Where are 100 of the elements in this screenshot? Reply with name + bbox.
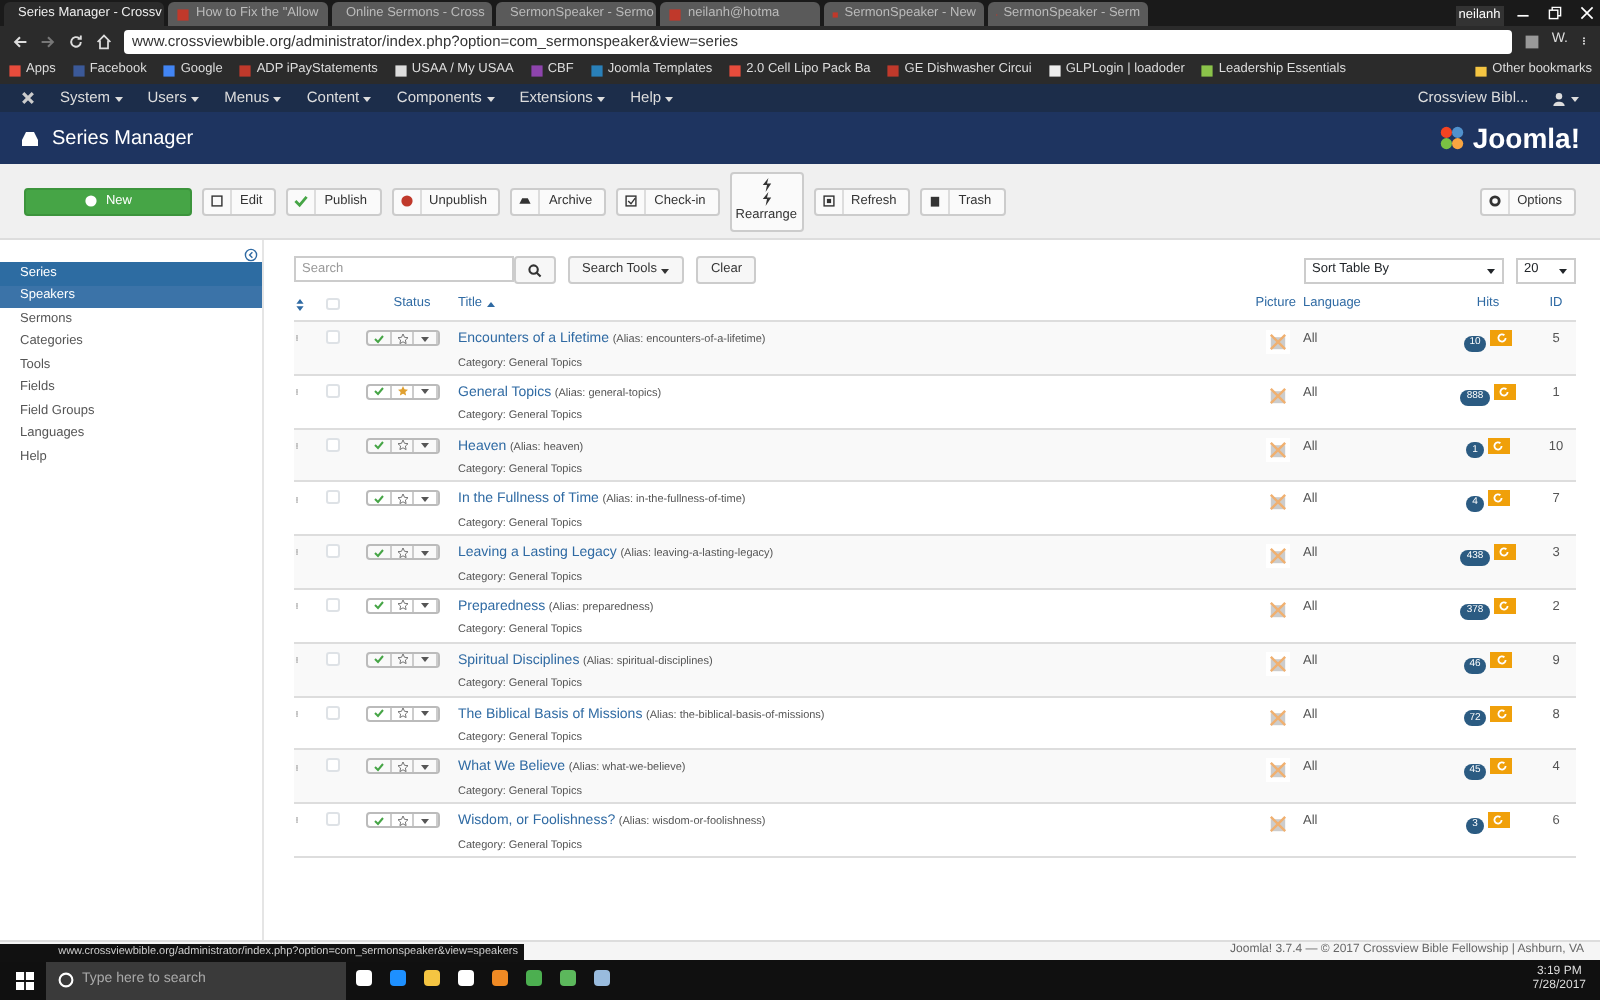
broken-image-icon (1260, 330, 1296, 354)
bookmark-icon (1047, 63, 1062, 77)
star-icon (397, 708, 407, 719)
star-icon (397, 440, 407, 451)
refresh-icon (1495, 707, 1508, 720)
plus-circle-icon (83, 194, 98, 208)
row-checkbox[interactable] (326, 437, 340, 452)
select-all-checkbox[interactable] (326, 297, 339, 311)
star-icon (397, 600, 407, 611)
publish-toggle[interactable] (368, 546, 392, 559)
caret-icon (596, 93, 607, 103)
star-icon (397, 547, 407, 558)
row-checkbox[interactable] (326, 651, 340, 666)
row-checkbox[interactable] (326, 330, 340, 344)
publish-toggle[interactable] (368, 492, 392, 505)
bookmark-icon (886, 63, 901, 77)
caret-icon (420, 654, 431, 665)
publish-toggle[interactable] (368, 332, 392, 344)
caret-icon (420, 333, 431, 343)
row-checkbox[interactable] (326, 812, 340, 827)
bookmark-icon (529, 63, 544, 77)
publish-toggle[interactable] (368, 814, 392, 827)
checkmark-icon (373, 600, 384, 611)
row-checkbox[interactable] (326, 758, 340, 773)
search-button[interactable] (514, 256, 556, 284)
reset-hits-button[interactable] (1487, 812, 1510, 829)
star-icon (397, 761, 407, 772)
checkmark-icon (373, 547, 384, 558)
sort-arrows-icon[interactable] (294, 297, 306, 311)
reset-hits-button[interactable] (1490, 705, 1513, 722)
refresh-icon (1492, 439, 1505, 452)
bookmark-icon (1200, 63, 1215, 77)
star-icon (397, 493, 407, 504)
caret-icon (420, 386, 431, 397)
caret-icon (1558, 265, 1568, 275)
caret-icon (362, 93, 373, 103)
refresh-icon (1495, 653, 1508, 666)
publish-toggle[interactable] (368, 385, 392, 398)
publish-toggle[interactable] (368, 599, 392, 612)
row-checkbox[interactable] (326, 490, 340, 505)
app-icon (557, 968, 577, 989)
refresh-icon (1495, 760, 1508, 773)
publish-toggle[interactable] (368, 653, 392, 666)
cortana-circle-icon (58, 972, 74, 988)
reset-hits-button[interactable] (1490, 330, 1513, 346)
publish-toggle[interactable] (368, 439, 392, 452)
bookmark-icon (238, 63, 253, 77)
caret-icon (420, 547, 431, 558)
refresh-icon (1495, 332, 1508, 344)
refresh-icon (1498, 385, 1511, 398)
broken-image-icon (1260, 544, 1296, 569)
reset-hits-button[interactable] (1487, 490, 1510, 507)
checkmark-icon (373, 654, 384, 665)
star-icon (397, 333, 407, 343)
row-checkbox[interactable] (326, 544, 340, 559)
star-icon (397, 654, 407, 665)
publish-toggle[interactable] (368, 707, 392, 720)
bookmark-icon (393, 63, 408, 77)
checkmark-icon (373, 493, 384, 504)
checkmark-icon (294, 194, 309, 208)
checkmark-icon (373, 761, 384, 772)
row-checkbox[interactable] (326, 597, 340, 612)
row-checkbox[interactable] (326, 705, 340, 720)
extension-icon (1523, 33, 1540, 49)
checkmark-icon (373, 386, 384, 397)
refresh-icon (1492, 814, 1505, 827)
star-icon (397, 386, 407, 397)
publish-toggle[interactable] (368, 760, 392, 773)
page-icon (176, 7, 190, 21)
refresh-icon (1492, 492, 1505, 505)
refresh-icon (1498, 546, 1511, 559)
reset-hits-button[interactable] (1493, 544, 1516, 561)
caret-icon (190, 93, 201, 103)
caret-icon (420, 708, 431, 719)
checkbox-icon (624, 194, 639, 208)
reset-hits-button[interactable] (1490, 651, 1513, 668)
checkmark-icon (373, 815, 384, 826)
drawer-icon (20, 128, 40, 148)
checkmark-icon (373, 333, 384, 343)
reset-hits-button[interactable] (1490, 758, 1513, 775)
caret-icon (272, 93, 283, 103)
star-icon (397, 815, 407, 826)
user-menu[interactable] (1552, 91, 1580, 105)
square-icon (821, 194, 836, 208)
sort-ascending-icon (485, 299, 496, 309)
bookmark-icon (162, 63, 177, 77)
page-title: Series Manager (52, 125, 194, 153)
restore-window-icon (1547, 6, 1561, 21)
reset-hits-button[interactable] (1487, 437, 1510, 454)
row-checkbox[interactable] (326, 383, 340, 398)
reset-hits-button[interactable] (1493, 383, 1516, 400)
trash-icon (928, 194, 943, 208)
caret-icon (1486, 265, 1496, 275)
reset-hits-button[interactable] (1493, 597, 1516, 614)
caret-icon (664, 93, 675, 103)
collapse-sidebar-icon (244, 248, 259, 262)
forward-arrow-icon (40, 33, 56, 49)
search-icon (528, 263, 542, 277)
caret-icon (660, 265, 671, 275)
broken-image-icon (1260, 651, 1296, 676)
